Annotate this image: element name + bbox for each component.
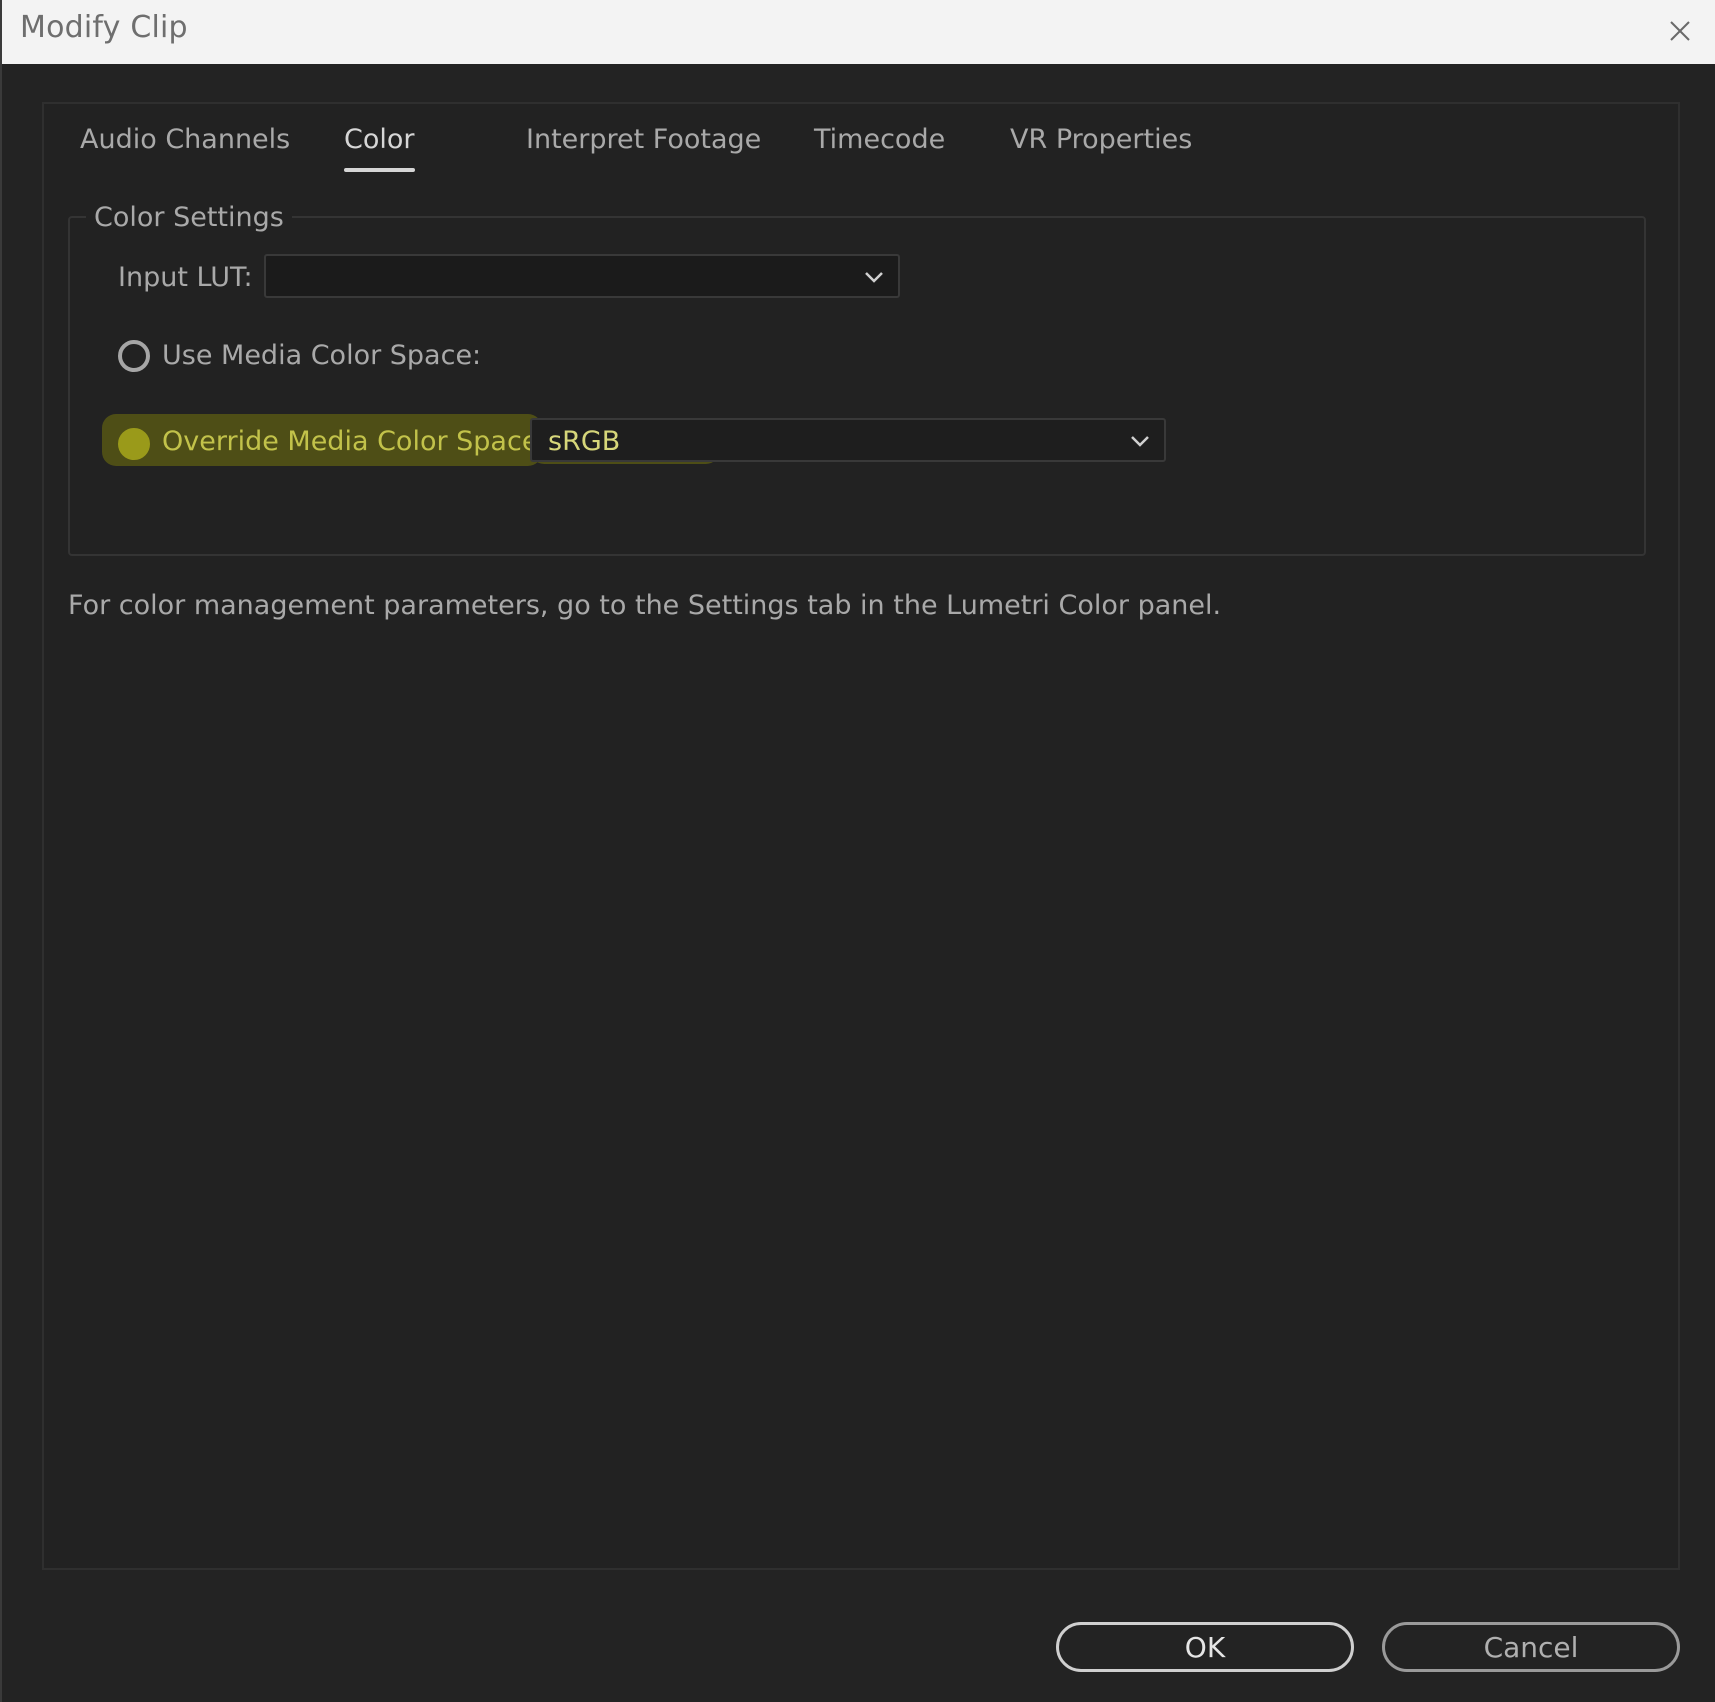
override-color-space-dropdown[interactable]: sRGB bbox=[530, 418, 1166, 462]
cancel-button[interactable]: Cancel bbox=[1382, 1622, 1680, 1672]
color-management-info-text: For color management parameters, go to t… bbox=[68, 590, 1222, 621]
tab-audio-channels[interactable]: Audio Channels bbox=[80, 124, 290, 155]
close-icon bbox=[1670, 21, 1690, 41]
override-color-space-value: sRGB bbox=[548, 426, 621, 457]
input-lut-dropdown[interactable] bbox=[264, 254, 900, 298]
tab-label: VR Properties bbox=[1010, 124, 1193, 155]
color-settings-group: Color Settings Input LUT: Use Media Colo… bbox=[68, 202, 1646, 556]
active-tab-indicator bbox=[344, 168, 415, 172]
use-media-color-space-label: Use Media Color Space: bbox=[162, 340, 482, 371]
tab-timecode[interactable]: Timecode bbox=[814, 124, 945, 155]
use-media-color-space-radio[interactable] bbox=[118, 340, 150, 372]
title-bar: Modify Clip bbox=[2, 0, 1715, 64]
window-title: Modify Clip bbox=[20, 10, 188, 45]
tab-vr-properties[interactable]: VR Properties bbox=[1010, 124, 1192, 155]
tab-label: Timecode bbox=[814, 124, 946, 155]
tab-label: Audio Channels bbox=[80, 124, 291, 155]
modify-clip-dialog: Modify Clip Audio Channels Color Interpr… bbox=[0, 0, 1715, 1702]
tab-interpret-footage[interactable]: Interpret Footage bbox=[526, 124, 761, 155]
tab-label: Color bbox=[344, 124, 415, 155]
override-media-color-space-radio[interactable] bbox=[118, 428, 150, 460]
color-settings-legend: Color Settings bbox=[86, 202, 292, 233]
chevron-down-icon bbox=[865, 272, 883, 283]
override-media-color-space-label: Override Media Color Space: bbox=[162, 426, 548, 457]
tab-panel: Audio Channels Color Interpret Footage T… bbox=[42, 102, 1680, 1570]
tab-color[interactable]: Color bbox=[344, 124, 415, 172]
input-lut-label: Input LUT: bbox=[118, 262, 253, 293]
chevron-down-icon bbox=[1131, 436, 1149, 447]
tab-label: Interpret Footage bbox=[526, 124, 762, 155]
close-button[interactable] bbox=[1657, 8, 1703, 54]
ok-button[interactable]: OK bbox=[1056, 1622, 1354, 1672]
